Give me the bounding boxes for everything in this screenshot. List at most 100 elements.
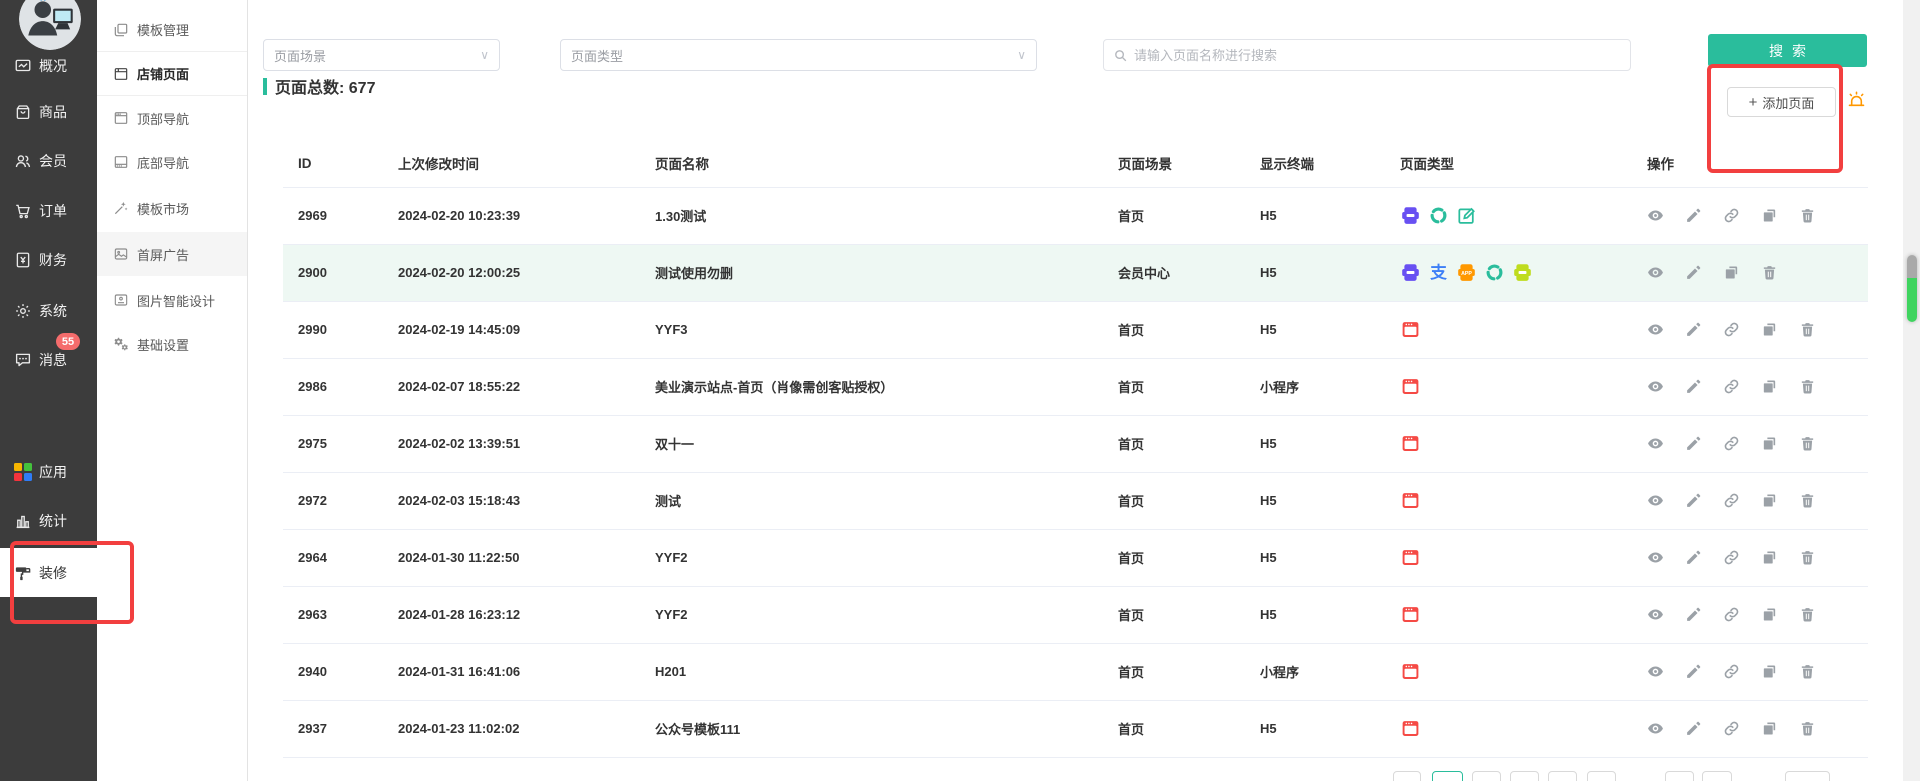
copy-icon[interactable]: [1761, 207, 1778, 224]
link-icon[interactable]: [1723, 435, 1740, 452]
trash-icon[interactable]: [1761, 264, 1778, 281]
messages-icon: [14, 351, 32, 369]
table-row: 2969 2024-02-20 10:23:39 1.30测试 首页 H5: [283, 187, 1868, 245]
link-icon[interactable]: [1723, 720, 1740, 737]
pencil-icon[interactable]: [1685, 549, 1702, 566]
submenu-item-template-market[interactable]: 模板市场: [97, 186, 247, 230]
submenu-item-basic-settings[interactable]: 基础设置: [97, 322, 247, 366]
pencil-icon[interactable]: [1685, 663, 1702, 680]
submenu-item-image-design[interactable]: 图片智能设计: [97, 278, 247, 322]
sidebar-item-finance[interactable]: 财务: [0, 237, 97, 283]
copy-icon[interactable]: [1761, 492, 1778, 509]
search-input[interactable]: [1134, 47, 1621, 63]
trash-icon[interactable]: [1799, 378, 1816, 395]
submenu-item-bottom-nav[interactable]: 底部导航: [97, 140, 247, 184]
cell-types: [1400, 358, 1647, 416]
table-row: 2986 2024-02-07 18:55:22 美业演示站点-首页（肖像需创客贴授…: [283, 358, 1868, 416]
sidebar-item-overview[interactable]: 概况: [0, 43, 97, 89]
view-icon[interactable]: [1647, 264, 1664, 281]
view-icon[interactable]: [1647, 606, 1664, 623]
view-icon[interactable]: [1647, 663, 1664, 680]
view-icon[interactable]: [1647, 720, 1664, 737]
view-icon[interactable]: [1647, 435, 1664, 452]
link-icon[interactable]: [1723, 321, 1740, 338]
type-select[interactable]: 页面类型 ∨: [560, 39, 1037, 71]
scrollbar-track[interactable]: [1903, 0, 1920, 781]
link-icon[interactable]: [1723, 606, 1740, 623]
pencil-icon[interactable]: [1685, 606, 1702, 623]
trash-icon[interactable]: [1799, 492, 1816, 509]
copy-icon[interactable]: [1761, 606, 1778, 623]
pencil-icon[interactable]: [1685, 264, 1702, 281]
copy-icon[interactable]: [1761, 321, 1778, 338]
sidebar-item-apps[interactable]: 应用: [0, 449, 97, 495]
scrollbar-thumb[interactable]: [1907, 255, 1917, 322]
pagination-button[interactable]: [1548, 771, 1577, 781]
trash-icon[interactable]: [1799, 549, 1816, 566]
pencil-icon[interactable]: [1685, 720, 1702, 737]
pencil-icon[interactable]: [1685, 492, 1702, 509]
trash-icon[interactable]: [1799, 663, 1816, 680]
sidebar-item-goods[interactable]: 商品: [0, 89, 97, 135]
page-icon: [1400, 319, 1421, 340]
cell-modified: 2024-02-02 13:39:51: [398, 415, 655, 473]
pencil-icon[interactable]: [1685, 207, 1702, 224]
copy-icon[interactable]: [1761, 378, 1778, 395]
scene-select[interactable]: 页面场景 ∨: [263, 39, 500, 71]
copy-icon[interactable]: [1723, 264, 1740, 281]
pagination-button[interactable]: [1472, 771, 1501, 781]
copy-icon[interactable]: [1761, 549, 1778, 566]
trash-icon[interactable]: [1799, 606, 1816, 623]
pagination-button[interactable]: [1665, 771, 1694, 781]
pagination-button[interactable]: [1785, 771, 1830, 781]
svg-text:支: 支: [1430, 262, 1447, 282]
pagination-button[interactable]: [1587, 771, 1616, 781]
sidebar-item-orders[interactable]: 订单: [0, 188, 97, 234]
link-icon[interactable]: [1723, 378, 1740, 395]
column-header: 上次修改时间: [398, 140, 655, 188]
link-icon[interactable]: [1723, 207, 1740, 224]
submenu-item-splash-ad[interactable]: 首屏广告: [97, 232, 247, 276]
alarm-icon[interactable]: [1846, 90, 1867, 111]
sidebar-item-stats[interactable]: 统计: [0, 498, 97, 544]
submenu-item-shop-pages[interactable]: 店铺页面: [97, 52, 247, 96]
copy-icon[interactable]: [1761, 435, 1778, 452]
view-icon[interactable]: [1647, 207, 1664, 224]
link-icon[interactable]: [1723, 663, 1740, 680]
cell-scene: 会员中心: [1118, 244, 1260, 302]
pencil-icon[interactable]: [1685, 435, 1702, 452]
trash-icon[interactable]: [1799, 720, 1816, 737]
view-icon[interactable]: [1647, 549, 1664, 566]
link-icon[interactable]: [1723, 492, 1740, 509]
pagination-button[interactable]: [1432, 771, 1463, 781]
copy-icon[interactable]: [1761, 720, 1778, 737]
add-page-button[interactable]: + 添加页面: [1727, 87, 1836, 117]
sidebar-item-system[interactable]: 系统: [0, 288, 97, 334]
sidebar-item-members[interactable]: 会员: [0, 138, 97, 184]
submenu-item-label: 基础设置: [137, 337, 190, 353]
pagination-button[interactable]: [1510, 771, 1539, 781]
pencil-icon[interactable]: [1685, 378, 1702, 395]
submenu-item-template-manage[interactable]: 模板管理: [97, 8, 247, 52]
trash-icon[interactable]: [1799, 207, 1816, 224]
orders-icon: [14, 202, 32, 220]
copy-icon[interactable]: [1761, 663, 1778, 680]
pagination-button[interactable]: [1702, 771, 1732, 781]
cell-modified: 2024-01-23 11:02:02: [398, 700, 655, 758]
apps-icon: [14, 463, 32, 481]
sidebar-item-decorate[interactable]: 装修: [0, 548, 97, 597]
link-icon[interactable]: [1723, 549, 1740, 566]
pagination-button[interactable]: [1393, 771, 1421, 781]
view-icon[interactable]: [1647, 492, 1664, 509]
column-header: 页面类型: [1400, 140, 1647, 188]
submenu-item-top-nav[interactable]: 顶部导航: [97, 96, 247, 140]
view-icon[interactable]: [1647, 321, 1664, 338]
search-button[interactable]: 搜索: [1708, 34, 1867, 67]
sidebar-item-messages[interactable]: 消息: [0, 337, 97, 383]
trash-icon[interactable]: [1799, 321, 1816, 338]
row-actions: [1647, 207, 1868, 224]
pencil-icon[interactable]: [1685, 321, 1702, 338]
wechat-icon: [1484, 262, 1505, 283]
view-icon[interactable]: [1647, 378, 1664, 395]
trash-icon[interactable]: [1799, 435, 1816, 452]
